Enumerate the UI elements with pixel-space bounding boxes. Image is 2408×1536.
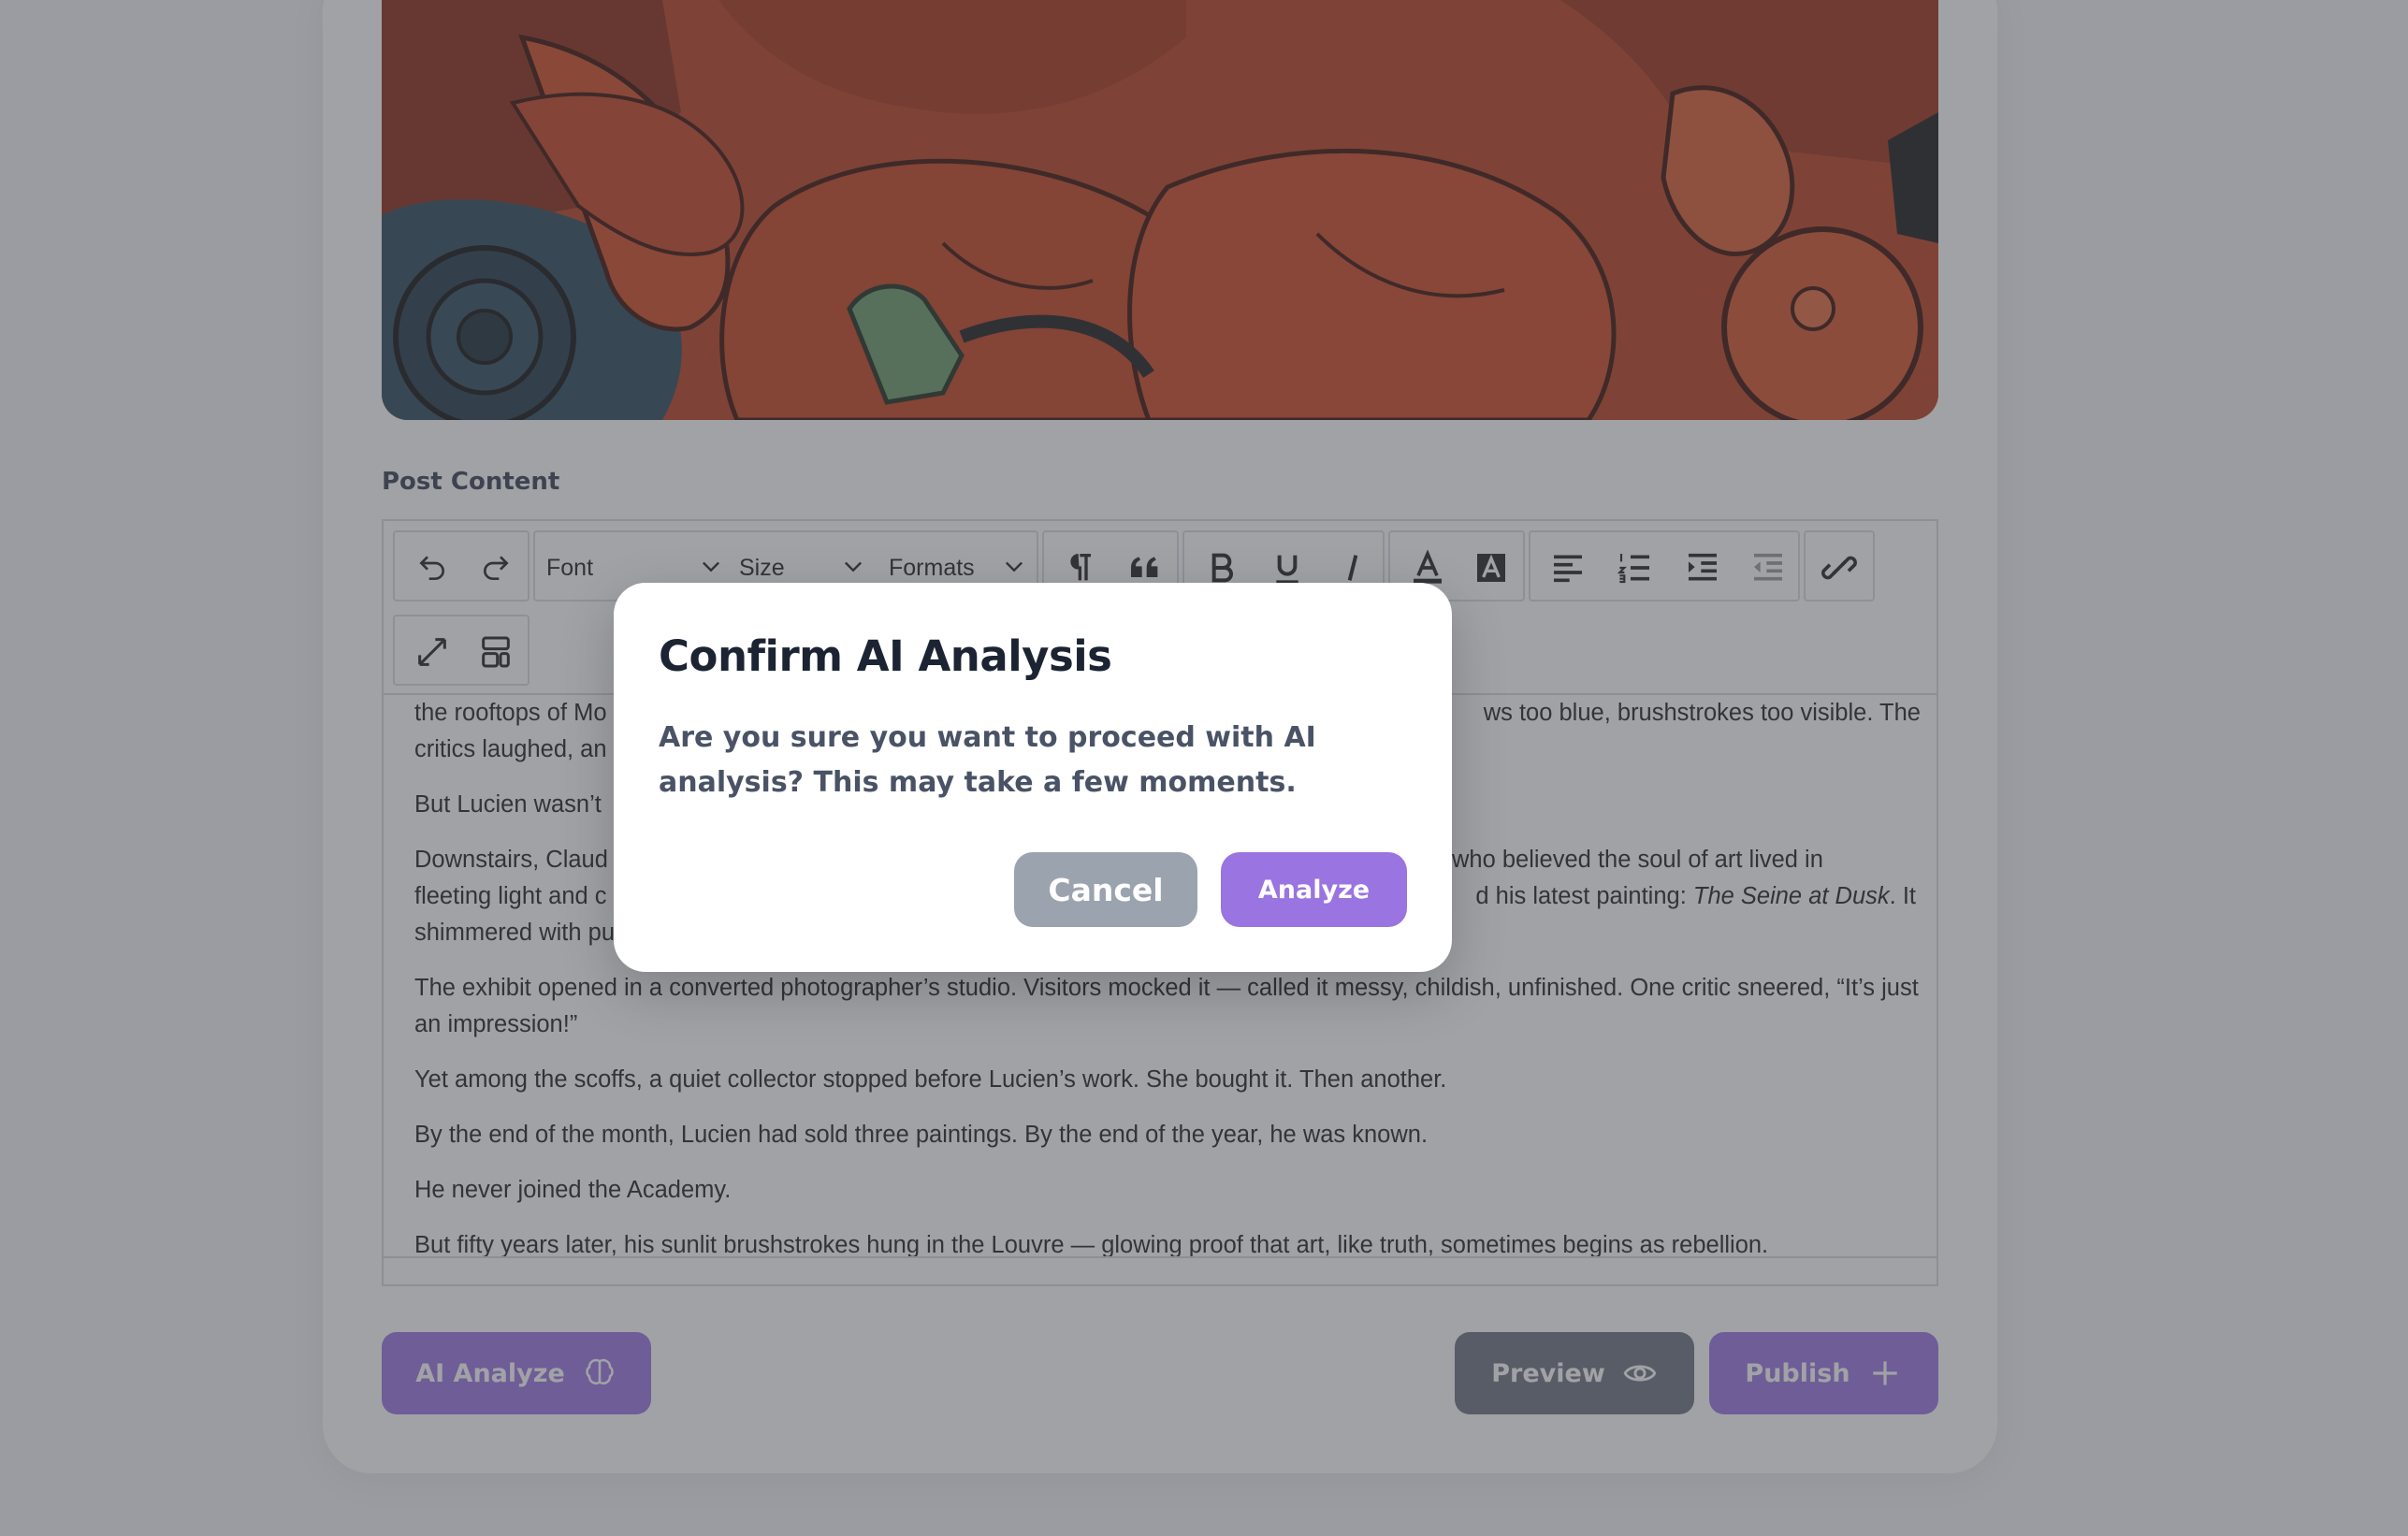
cancel-button[interactable]: Cancel bbox=[1014, 852, 1197, 927]
analyze-button[interactable]: Analyze bbox=[1221, 852, 1407, 927]
dialog-title: Confirm AI Analysis bbox=[659, 631, 1112, 681]
confirm-ai-analysis-dialog: Confirm AI Analysis Are you sure you wan… bbox=[614, 583, 1452, 972]
dialog-message: Are you sure you want to proceed with AI… bbox=[659, 721, 1316, 799]
